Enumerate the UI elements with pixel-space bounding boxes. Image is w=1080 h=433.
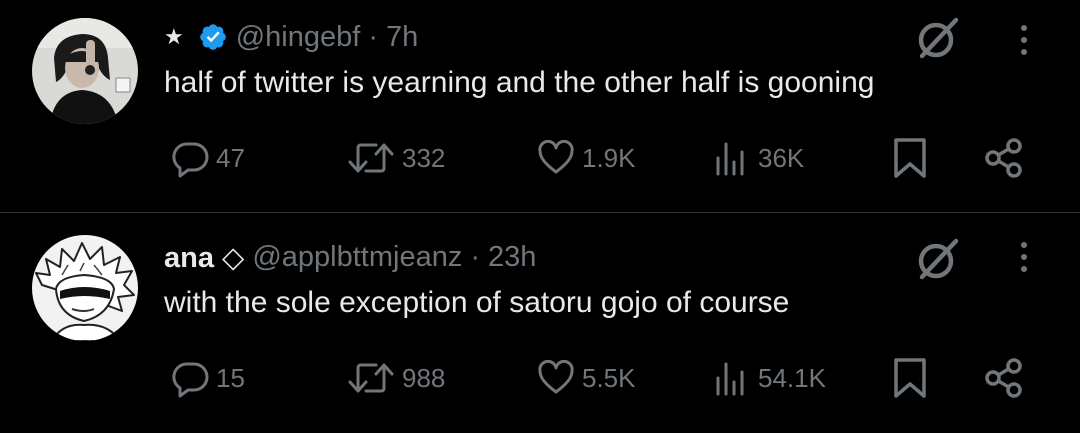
more-options-icon[interactable]	[1012, 20, 1036, 64]
reply-count: 47	[216, 142, 245, 173]
share-icon	[982, 356, 1026, 400]
reply-icon	[170, 358, 210, 398]
reply-button[interactable]: 47	[170, 128, 245, 188]
tweet-time[interactable]: 7h	[386, 21, 418, 54]
like-count: 1.9K	[582, 142, 636, 173]
share-button[interactable]	[982, 348, 1026, 408]
grok-icon[interactable]	[914, 14, 962, 62]
views-button[interactable]: 54.1K	[712, 348, 826, 408]
user-avatar[interactable]	[32, 18, 138, 124]
tweet[interactable]: ★ @hingebf · 7h half of twitter is yearn…	[0, 0, 1080, 213]
tweet-time[interactable]: 23h	[488, 241, 536, 274]
reply-icon	[170, 138, 210, 178]
like-button[interactable]: 1.9K	[536, 128, 636, 188]
tweet-text: with the sole exception of satoru gojo o…	[164, 286, 790, 319]
bookmark-button[interactable]	[890, 348, 930, 408]
retweet-count: 988	[402, 362, 446, 393]
separator-dot: ·	[470, 240, 481, 273]
share-button[interactable]	[982, 128, 1026, 188]
retweet-button[interactable]: 332	[346, 128, 445, 188]
reply-button[interactable]: 15	[170, 348, 245, 408]
retweet-icon	[346, 358, 396, 398]
views-chart-icon	[712, 358, 752, 398]
tweet-header: ana ◇ @applbttmjeanz · 23h	[164, 237, 536, 277]
verified-badge-icon	[198, 22, 228, 52]
bookmark-icon	[890, 356, 930, 400]
tweet-handle[interactable]: @hingebf	[236, 21, 361, 54]
retweet-count: 332	[402, 142, 446, 173]
separator-dot: ·	[368, 20, 378, 53]
reply-count: 15	[216, 362, 245, 393]
bookmark-icon	[890, 136, 930, 180]
tweet[interactable]: ana ◇ @applbttmjeanz · 23h with the sole…	[0, 213, 1080, 433]
tweet-actions: 15 988 5.5K 54.1K	[0, 348, 1080, 408]
tweet-handle[interactable]: @applbttmjeanz	[252, 241, 462, 274]
tweet-actions: 47 332 1.9K 36K	[0, 128, 1080, 188]
heart-icon	[536, 358, 576, 398]
like-count: 5.5K	[582, 362, 636, 393]
grok-icon[interactable]	[914, 235, 962, 283]
retweet-icon	[346, 138, 396, 178]
views-chart-icon	[712, 138, 752, 178]
share-icon	[982, 136, 1026, 180]
retweet-button[interactable]: 988	[346, 348, 445, 408]
view-count: 54.1K	[758, 362, 826, 393]
heart-icon	[536, 138, 576, 178]
star-icon: ★	[164, 24, 184, 49]
user-avatar[interactable]	[32, 235, 138, 341]
display-name[interactable]: ana ◇	[164, 240, 244, 275]
like-button[interactable]: 5.5K	[536, 348, 636, 408]
more-options-icon[interactable]	[1012, 237, 1036, 281]
tweet-text: half of twitter is yearning and the othe…	[164, 66, 875, 99]
view-count: 36K	[758, 142, 805, 173]
bookmark-button[interactable]	[890, 128, 930, 188]
tweet-header: ★ @hingebf · 7h	[164, 17, 418, 57]
views-button[interactable]: 36K	[712, 128, 804, 188]
